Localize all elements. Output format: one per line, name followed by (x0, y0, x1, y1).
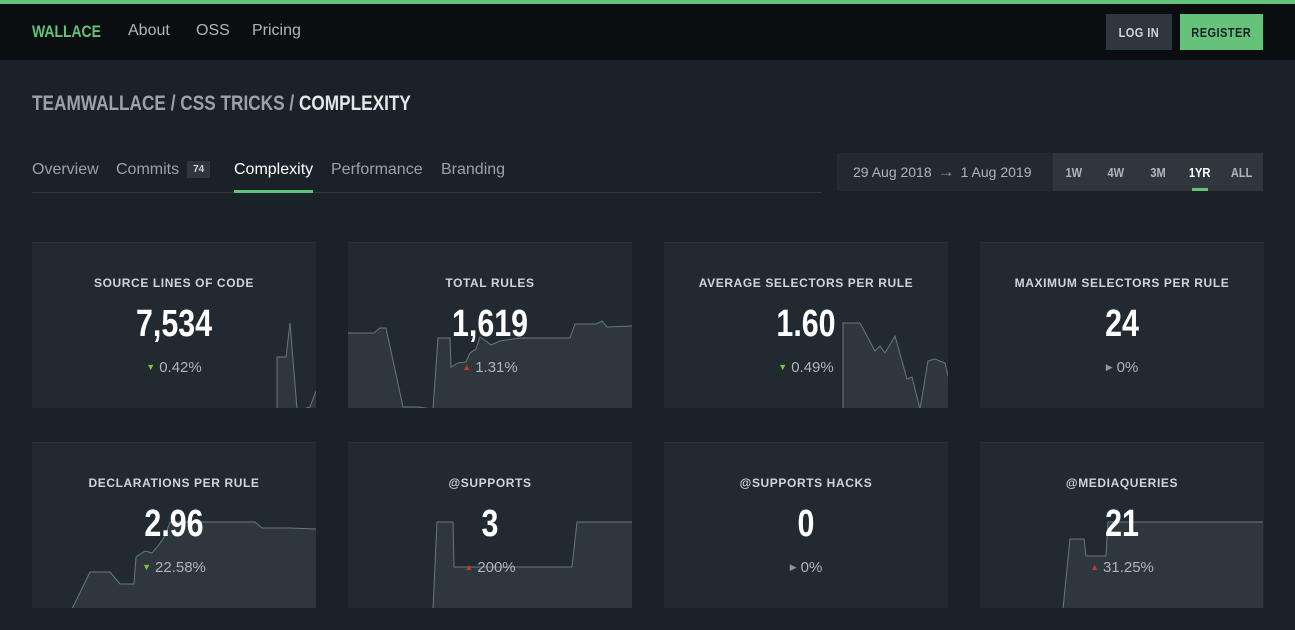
period-3m[interactable]: 3M (1137, 153, 1179, 191)
metric-delta: ▶ 0% (980, 359, 1264, 376)
metric-value: 21 (1105, 503, 1139, 545)
trend-down-icon: ▼ (142, 562, 152, 572)
metric-card[interactable]: DECLARATIONS PER RULE 2.96 ▼ 22.58% (32, 442, 316, 608)
metric-delta: ▼ 0.49% (664, 359, 948, 376)
metric-value: 1.60 (776, 303, 836, 345)
metric-value: 1,619 (451, 303, 529, 345)
metric-title: MAXIMUM SELECTORS PER RULE (1014, 276, 1230, 290)
metric-title: TOTAL RULES (445, 276, 535, 290)
period-label: 4W (1107, 164, 1125, 180)
tab-performance[interactable]: Performance (331, 161, 423, 179)
tab-bar: Overview Commits 74 Complexity Performanc… (32, 160, 822, 193)
metric-value: 3 (481, 503, 499, 545)
breadcrumb-project[interactable]: CSS TRICKS (180, 92, 284, 115)
trend-flat-icon: ▶ (1105, 362, 1113, 372)
logo[interactable]: WALLACE (32, 22, 101, 42)
nav-link-about[interactable]: About (128, 22, 170, 40)
arrow-right-icon: → (937, 162, 955, 181)
range-to: 1 Aug 2019 (960, 164, 1032, 180)
metric-delta: ▼ 22.58% (32, 559, 316, 576)
trend-flat-icon: ▶ (789, 562, 797, 572)
trend-up-icon: ▲ (1090, 562, 1100, 572)
metric-card[interactable]: @SUPPORTS HACKS 0 ▶ 0% (664, 442, 948, 608)
breadcrumb-separator: / (170, 92, 176, 115)
date-range[interactable]: 29 Aug 2018 → 1 Aug 2019 (837, 153, 1053, 191)
period-4w[interactable]: 4W (1095, 153, 1137, 191)
tab-label: Commits (116, 161, 180, 178)
login-label: LOG IN (1118, 24, 1160, 40)
tab-commits[interactable]: Commits 74 (116, 161, 211, 179)
metric-card[interactable]: @SUPPORTS 3 ▲ 200% (348, 442, 632, 608)
metric-title: AVERAGE SELECTORS PER RULE (698, 276, 914, 290)
top-nav: WALLACE About OSS Pricing LOG IN REGISTE… (0, 4, 1295, 60)
delta-value: 0.42% (159, 359, 202, 376)
metric-value: 0 (797, 503, 815, 545)
register-label: REGISTER (1191, 24, 1252, 40)
metric-delta: ▲ 200% (348, 559, 632, 576)
metric-delta: ▶ 0% (664, 559, 948, 576)
metric-title: @SUPPORTS HACKS (739, 476, 873, 490)
nav-link-pricing[interactable]: Pricing (252, 22, 301, 40)
metric-value: 7,534 (135, 303, 213, 345)
delta-value: 0.49% (791, 359, 834, 376)
metric-value: 2.96 (144, 503, 204, 545)
period-1yr[interactable]: 1YR (1179, 153, 1221, 191)
period-label: 3M (1150, 164, 1166, 180)
metric-delta: ▲ 31.25% (980, 559, 1264, 576)
breadcrumb-current: COMPLEXITY (298, 92, 411, 115)
delta-value: 22.58% (155, 559, 206, 576)
metric-value: 24 (1105, 303, 1139, 345)
delta-value: 31.25% (1103, 559, 1154, 576)
delta-value: 1.31% (475, 359, 518, 376)
trend-up-icon: ▲ (462, 362, 472, 372)
tab-label: Branding (441, 161, 506, 178)
metric-title: DECLARATIONS PER RULE (88, 476, 260, 490)
trend-down-icon: ▼ (146, 362, 156, 372)
tab-label: Complexity (234, 161, 314, 178)
tab-label: Overview (32, 161, 99, 178)
period-selector: 1W 4W 3M 1YR ALL (1053, 153, 1263, 191)
metric-title: @SUPPORTS (448, 476, 532, 490)
tab-overview[interactable]: Overview (32, 161, 99, 179)
metric-card[interactable]: @MEDIAQUERIES 21 ▲ 31.25% (980, 442, 1264, 608)
tab-complexity[interactable]: Complexity (234, 161, 314, 193)
commits-count-badge: 74 (187, 161, 211, 178)
period-label: 1W (1065, 164, 1083, 180)
period-1w[interactable]: 1W (1053, 153, 1095, 191)
delta-value: 0% (800, 559, 823, 576)
metric-title: @MEDIAQUERIES (1065, 476, 1179, 490)
breadcrumb-separator: / (289, 92, 295, 115)
period-label: 1YR (1189, 164, 1211, 180)
trend-up-icon: ▲ (464, 562, 474, 572)
metric-delta: ▼ 0.42% (32, 359, 316, 376)
trend-down-icon: ▼ (778, 362, 788, 372)
metric-card[interactable]: MAXIMUM SELECTORS PER RULE 24 ▶ 0% (980, 242, 1264, 408)
period-label: ALL (1231, 164, 1253, 180)
tab-branding[interactable]: Branding (441, 161, 505, 179)
metric-card[interactable]: SOURCE LINES OF CODE 7,534 ▼ 0.42% (32, 242, 316, 408)
delta-value: 200% (477, 559, 516, 576)
metric-card[interactable]: AVERAGE SELECTORS PER RULE 1.60 ▼ 0.49% (664, 242, 948, 408)
delta-value: 0% (1116, 359, 1139, 376)
metric-card[interactable]: TOTAL RULES 1,619 ▲ 1.31% (348, 242, 632, 408)
nav-link-oss[interactable]: OSS (196, 22, 230, 40)
login-button[interactable]: LOG IN (1106, 14, 1172, 50)
register-button[interactable]: REGISTER (1180, 14, 1263, 50)
period-all[interactable]: ALL (1221, 153, 1263, 191)
range-from: 29 Aug 2018 (853, 164, 932, 180)
metric-delta: ▲ 1.31% (348, 359, 632, 376)
breadcrumb-org[interactable]: TEAMWALLACE (32, 92, 166, 115)
breadcrumb: TEAMWALLACE / CSS TRICKS / COMPLEXITY (32, 92, 411, 116)
metric-title: SOURCE LINES OF CODE (93, 276, 254, 290)
tab-label: Performance (331, 161, 423, 178)
